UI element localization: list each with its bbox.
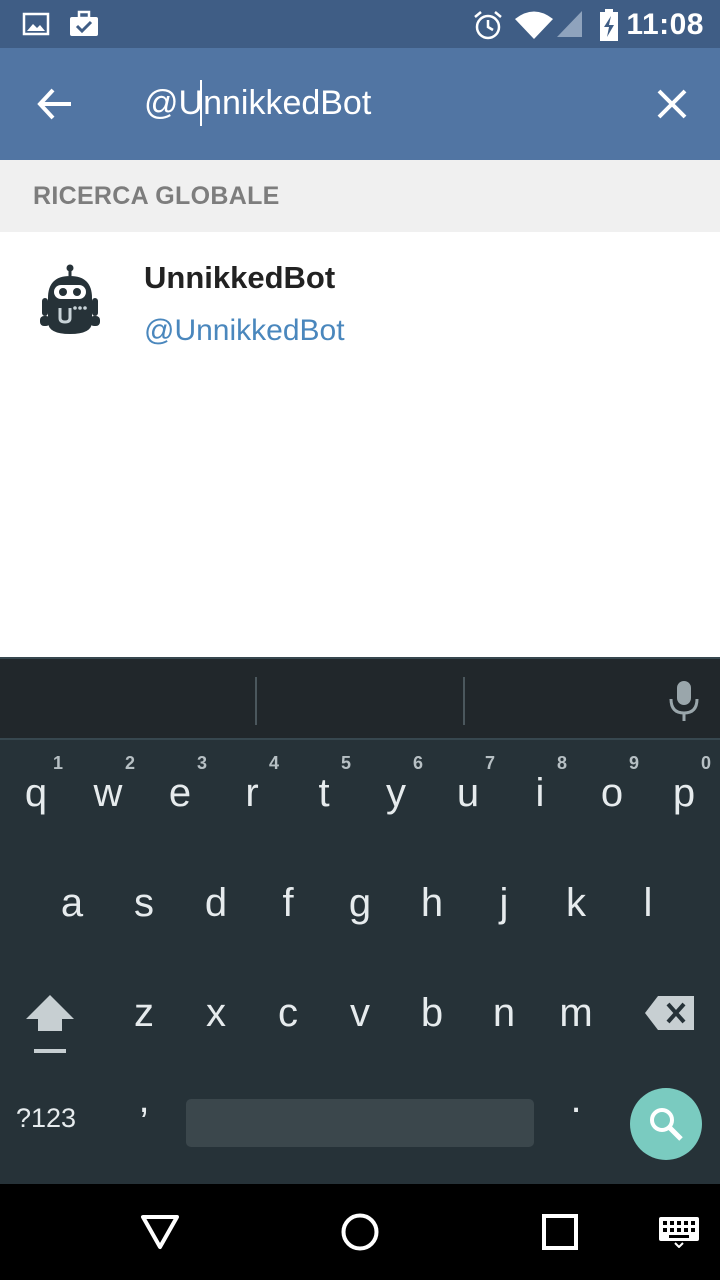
key-e[interactable]: e [144,771,216,816]
key-u[interactable]: u [432,771,504,816]
result-handle: @UnnikkedBot [144,314,345,347]
microphone-icon[interactable] [668,679,700,723]
key-m[interactable]: m [540,991,612,1036]
recents-square-icon[interactable] [542,1214,578,1250]
section-title: RICERCA GLOBALE [33,182,280,210]
search-input[interactable]: @UnnikkedBot [144,84,371,123]
search-action-key[interactable] [630,1088,702,1160]
key-i[interactable]: i [504,771,576,816]
key-k[interactable]: k [540,881,612,926]
key-h[interactable]: h [396,881,468,926]
key-g[interactable]: g [324,881,396,926]
key-z[interactable]: z [108,991,180,1036]
search-result-item[interactable]: UnnikkedBot @UnnikkedBot [0,232,720,372]
text-caret [200,80,202,126]
search-icon [650,1108,683,1141]
home-circle-icon[interactable] [340,1212,380,1252]
back-triangle-icon[interactable] [140,1214,180,1250]
key-c[interactable]: c [252,991,324,1036]
suggestion-divider [463,677,465,725]
key-v[interactable]: v [324,991,396,1036]
suggestion-divider [255,677,257,725]
close-icon[interactable] [656,88,688,120]
key-f[interactable]: f [252,881,324,926]
key-n[interactable]: n [468,991,540,1036]
status-bar: 11:08 [0,0,720,48]
comma-key[interactable]: , [128,1077,160,1122]
clock-time: 11:08 [626,8,704,41]
key-d[interactable]: d [180,881,252,926]
key-j[interactable]: j [468,881,540,926]
key-w[interactable]: w [72,771,144,816]
key-o[interactable]: o [576,771,648,816]
soft-keyboard: 1q2w3e4r5t6y7u8i9o0p asdfghjkl zxcvbnm ?… [0,657,720,1184]
keyboard-switch-icon[interactable] [658,1216,700,1248]
wifi-icon [515,11,553,39]
section-header: RICERCA GLOBALE [0,160,720,232]
symbols-key[interactable]: ?123 [16,1103,76,1134]
cell-signal-icon [557,11,582,37]
battery-charging-icon [600,9,618,41]
alarm-icon [474,11,502,40]
key-x[interactable]: x [180,991,252,1036]
space-bar[interactable] [186,1099,534,1147]
period-key[interactable]: . [560,1077,592,1122]
key-p[interactable]: p [648,771,720,816]
briefcase-check-icon [70,10,98,36]
key-r[interactable]: r [216,771,288,816]
key-y[interactable]: y [360,771,432,816]
shift-icon[interactable] [24,993,76,1055]
key-l[interactable]: l [612,881,684,926]
result-name: UnnikkedBot [144,260,336,295]
arrow-left-icon[interactable] [36,86,74,122]
suggestion-strip [0,659,720,740]
key-s[interactable]: s [108,881,180,926]
key-b[interactable]: b [396,991,468,1036]
key-t[interactable]: t [288,771,360,816]
key-a[interactable]: a [36,881,108,926]
navigation-bar [0,1184,720,1280]
backspace-icon[interactable] [644,995,696,1031]
image-icon [22,12,50,36]
robot-avatar-icon [40,264,100,334]
key-q[interactable]: q [0,771,72,816]
